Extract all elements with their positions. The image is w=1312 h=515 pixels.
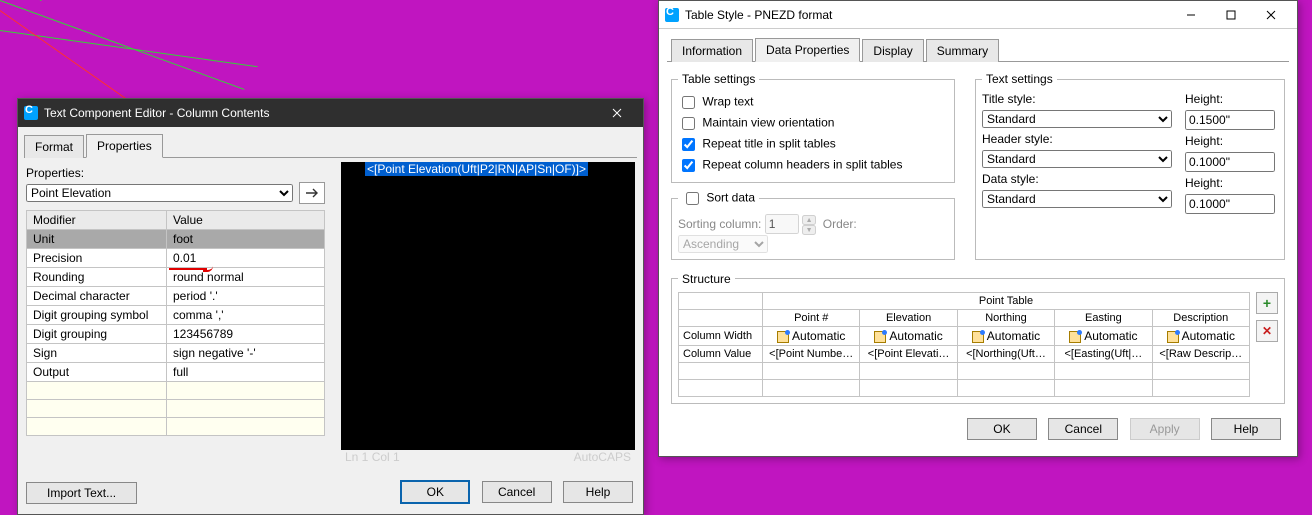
row-column-width[interactable]: Column Width Automatic Automatic Automat… xyxy=(679,326,1250,345)
wrap-text-check[interactable]: Wrap text xyxy=(678,93,753,112)
tab-summary[interactable]: Summary xyxy=(926,39,999,62)
table-row[interactable]: Signsign negative '-' xyxy=(27,344,325,363)
sorting-column-label: Sorting column: xyxy=(678,217,761,231)
col-modifier: Modifier xyxy=(27,211,167,230)
help-button[interactable]: Help xyxy=(1211,418,1281,440)
tab-data-properties[interactable]: Data Properties xyxy=(755,38,860,62)
close-icon[interactable] xyxy=(1251,1,1291,29)
structure-super-header: Point Table xyxy=(763,292,1250,309)
text-settings-group: Text settings Title style: Standard Head… xyxy=(975,72,1285,260)
header-height-input[interactable] xyxy=(1185,152,1275,172)
add-column-button[interactable] xyxy=(1256,292,1278,314)
red-underline-annotation xyxy=(169,268,207,270)
table-row[interactable]: Outputfull xyxy=(27,363,325,382)
title-height-input[interactable] xyxy=(1185,110,1275,130)
col-elevation[interactable]: Elevation xyxy=(860,309,957,326)
spin-up: ▲ xyxy=(802,215,816,225)
order-select: Ascending xyxy=(678,235,768,253)
col-value: Value xyxy=(167,211,325,230)
sort-data-group: Sort data Sorting column: ▲ ▼ Order: Asc… xyxy=(671,189,955,260)
tce-titlebar: Text Component Editor - Column Contents xyxy=(18,99,643,127)
repeat-headers-check[interactable]: Repeat column headers in split tables xyxy=(678,156,902,175)
text-settings-legend: Text settings xyxy=(982,72,1057,86)
ok-button[interactable]: OK xyxy=(400,480,470,504)
col-easting[interactable]: Easting xyxy=(1055,309,1152,326)
structure-table[interactable]: Point Table Point # Elevation Northing E… xyxy=(678,292,1250,397)
data-style-select[interactable]: Standard xyxy=(982,190,1172,208)
data-style-label: Data style: xyxy=(982,172,1177,186)
delete-column-button[interactable] xyxy=(1256,320,1278,342)
insert-arrow-button[interactable] xyxy=(299,182,325,204)
table-row[interactable]: Decimal characterperiod '.' xyxy=(27,287,325,306)
edit-icon[interactable] xyxy=(1167,331,1179,343)
help-button[interactable]: Help xyxy=(563,481,633,503)
sorting-column-input xyxy=(765,214,799,234)
ts-title: Table Style - PNEZD format xyxy=(685,8,832,22)
tab-display[interactable]: Display xyxy=(862,39,923,62)
data-height-input[interactable] xyxy=(1185,194,1275,214)
table-row[interactable]: Unitfoot xyxy=(27,230,325,249)
maintain-check[interactable]: Maintain view orientation xyxy=(678,114,834,133)
structure-group: Structure Point Table Point # Elevation … xyxy=(671,272,1285,404)
table-row[interactable]: Digit grouping symbolcomma ',' xyxy=(27,306,325,325)
minimize-icon[interactable] xyxy=(1171,1,1211,29)
cancel-button[interactable]: Cancel xyxy=(482,481,552,503)
status-autocaps: AutoCAPS xyxy=(574,450,631,464)
header-height-label: Height: xyxy=(1185,134,1275,148)
code-preview[interactable]: <[Point Elevation(Uft|P2|RN|AP|Sn|OF)]> xyxy=(341,162,635,450)
edit-icon[interactable] xyxy=(874,331,886,343)
property-select[interactable]: Point Elevation xyxy=(26,184,293,202)
cancel-button[interactable]: Cancel xyxy=(1048,418,1118,440)
status-cursor: Ln 1 Col 1 xyxy=(345,450,574,464)
ok-button[interactable]: OK xyxy=(967,418,1037,440)
tab-information[interactable]: Information xyxy=(671,39,753,62)
apply-button: Apply xyxy=(1130,418,1200,440)
title-style-select[interactable]: Standard xyxy=(982,110,1172,128)
repeat-title-check[interactable]: Repeat title in split tables xyxy=(678,135,836,154)
structure-legend: Structure xyxy=(678,272,735,286)
header-style-select[interactable]: Standard xyxy=(982,150,1172,168)
import-text-button[interactable]: Import Text... xyxy=(26,482,137,504)
close-icon[interactable] xyxy=(597,99,637,127)
table-row[interactable]: Precision0.01 xyxy=(27,249,325,268)
edit-icon[interactable] xyxy=(777,331,789,343)
title-style-label: Title style: xyxy=(982,92,1177,106)
tab-properties[interactable]: Properties xyxy=(86,134,163,158)
row-column-value[interactable]: Column Value <[Point Numbe… <[Point Elev… xyxy=(679,345,1250,362)
order-label: Order: xyxy=(823,217,857,231)
edit-icon[interactable] xyxy=(1069,331,1081,343)
spin-down: ▼ xyxy=(802,225,816,235)
table-settings-legend: Table settings xyxy=(678,72,759,86)
table-row[interactable]: Roundinground normal xyxy=(27,268,325,287)
col-point[interactable]: Point # xyxy=(763,309,860,326)
modifier-table: Modifier Value Unitfoot Precision0.01 Ro… xyxy=(26,210,325,436)
app-icon xyxy=(665,8,679,22)
maximize-icon[interactable] xyxy=(1211,1,1251,29)
ts-titlebar: Table Style - PNEZD format xyxy=(659,1,1297,29)
col-northing[interactable]: Northing xyxy=(957,309,1054,326)
col-description[interactable]: Description xyxy=(1152,309,1249,326)
table-settings-group: Table settings Wrap text Maintain view o… xyxy=(671,72,955,183)
sort-data-check[interactable]: Sort data xyxy=(678,189,759,208)
table-row[interactable]: Digit grouping123456789 xyxy=(27,325,325,344)
tce-title: Text Component Editor - Column Contents xyxy=(44,106,269,120)
header-style-label: Header style: xyxy=(982,132,1177,146)
edit-icon[interactable] xyxy=(972,331,984,343)
app-icon xyxy=(24,106,38,120)
properties-label: Properties: xyxy=(26,166,325,180)
tab-format[interactable]: Format xyxy=(24,135,84,158)
title-height-label: Height: xyxy=(1185,92,1275,106)
data-height-label: Height: xyxy=(1185,176,1275,190)
